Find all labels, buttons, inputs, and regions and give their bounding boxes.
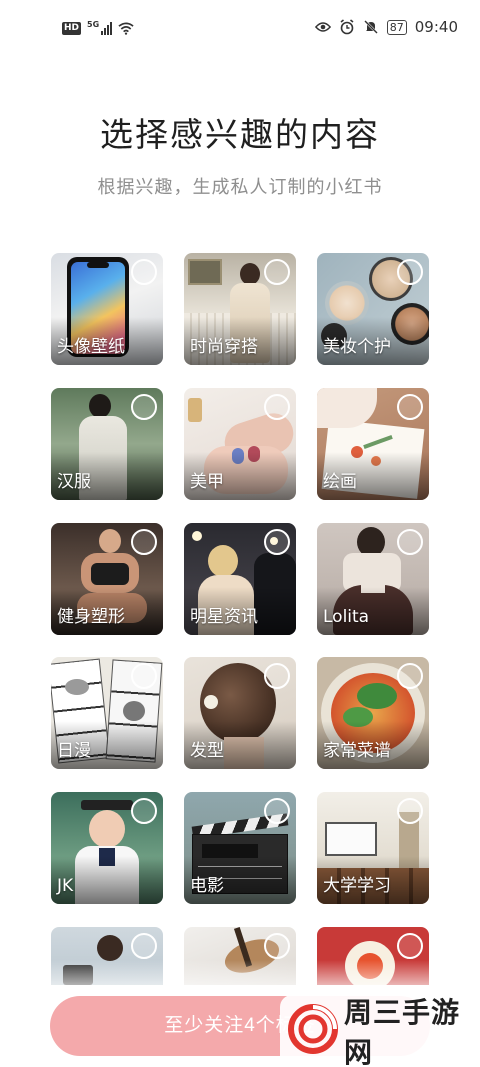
- category-card-celebrity-news[interactable]: 明星资讯: [184, 523, 296, 635]
- category-card-home-recipes[interactable]: 家常菜谱: [317, 657, 429, 769]
- watermark: 周三手游网: [280, 995, 480, 1067]
- select-circle-icon[interactable]: [397, 394, 423, 420]
- category-card-nails[interactable]: 美甲: [184, 388, 296, 500]
- select-circle-icon[interactable]: [397, 663, 423, 689]
- category-card-fashion[interactable]: 时尚穿搭: [184, 253, 296, 365]
- category-label: 头像壁纸: [57, 337, 125, 357]
- category-label: Lolita: [323, 607, 370, 627]
- category-card-hairstyle[interactable]: 发型: [184, 657, 296, 769]
- category-label: 汉服: [57, 472, 91, 492]
- select-circle-icon[interactable]: [131, 663, 157, 689]
- select-circle-icon[interactable]: [264, 798, 290, 824]
- select-circle-icon[interactable]: [397, 259, 423, 285]
- select-circle-icon[interactable]: [131, 529, 157, 555]
- category-label: JK: [57, 876, 74, 896]
- watermark-text: 周三手游网: [344, 996, 461, 1067]
- select-circle-icon[interactable]: [397, 798, 423, 824]
- category-label: 健身塑形: [57, 607, 125, 627]
- category-label: 家常菜谱: [323, 741, 391, 761]
- category-label: 绘画: [323, 472, 357, 492]
- category-label: 时尚穿搭: [190, 337, 258, 357]
- category-label: 美妆个护: [323, 337, 391, 357]
- category-card-beauty[interactable]: 美妆个护: [317, 253, 429, 365]
- category-label: 电影: [190, 876, 224, 896]
- category-card-avatar-wallpaper[interactable]: 头像壁纸: [51, 253, 163, 365]
- category-card-jk[interactable]: JK: [51, 792, 163, 904]
- category-label: 明星资讯: [190, 607, 258, 627]
- select-circle-icon[interactable]: [131, 798, 157, 824]
- select-circle-icon[interactable]: [264, 933, 290, 959]
- select-circle-icon[interactable]: [131, 933, 157, 959]
- select-circle-icon[interactable]: [264, 394, 290, 420]
- category-label: 日漫: [57, 741, 91, 761]
- category-label: 美甲: [190, 472, 224, 492]
- category-card-painting[interactable]: 绘画: [317, 388, 429, 500]
- category-card-manga[interactable]: 日漫: [51, 657, 163, 769]
- select-circle-icon[interactable]: [131, 259, 157, 285]
- category-card-fitness[interactable]: 健身塑形: [51, 523, 163, 635]
- select-circle-icon[interactable]: [131, 394, 157, 420]
- select-circle-icon[interactable]: [397, 933, 423, 959]
- category-label: 大学学习: [323, 876, 391, 896]
- category-card-lolita[interactable]: Lolita: [317, 523, 429, 635]
- category-grid: 头像壁纸 时尚穿搭 美妆个护 汉服 美甲 绘画 健身塑形 明星资讯 Lolita…: [0, 0, 480, 985]
- category-card-movies[interactable]: 电影: [184, 792, 296, 904]
- category-card-hanfu[interactable]: 汉服: [51, 388, 163, 500]
- select-circle-icon[interactable]: [264, 529, 290, 555]
- select-circle-icon[interactable]: [397, 529, 423, 555]
- select-circle-icon[interactable]: [264, 259, 290, 285]
- category-label: 发型: [190, 741, 224, 761]
- watermark-logo-icon: [288, 1004, 338, 1058]
- category-card-college-study[interactable]: 大学学习: [317, 792, 429, 904]
- select-circle-icon[interactable]: [264, 663, 290, 689]
